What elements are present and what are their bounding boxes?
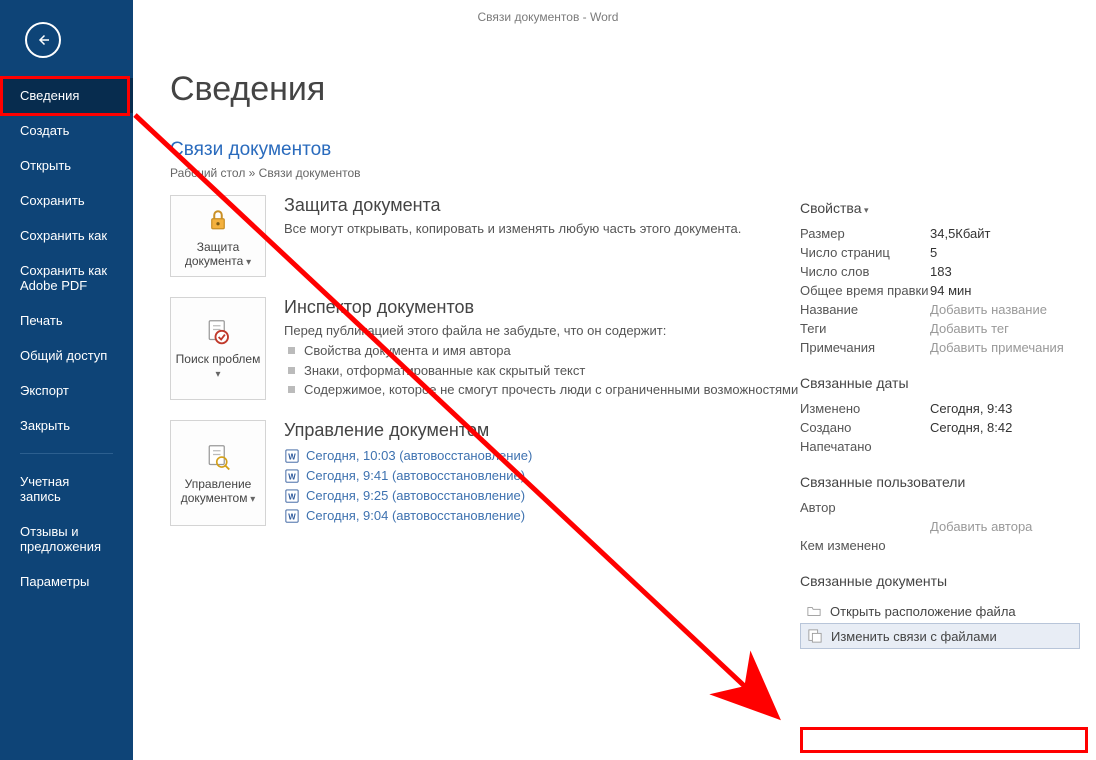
related-dates-header: Связанные даты	[800, 375, 1080, 391]
prop-value: 34,5Кбайт	[930, 226, 990, 241]
prop-label: Изменено	[800, 401, 930, 416]
nav-export[interactable]: Экспорт	[0, 373, 133, 408]
properties-pane: Свойства Размер34,5Кбайт Число страниц5 …	[800, 200, 1080, 649]
back-button[interactable]	[25, 22, 61, 58]
prop-value: 183	[930, 264, 952, 279]
nav-account[interactable]: Учетная запись	[0, 464, 133, 514]
document-check-icon	[203, 316, 233, 348]
inspect-heading: Инспектор документов	[284, 297, 798, 318]
prop-label: Теги	[800, 321, 930, 336]
nav-close[interactable]: Закрыть	[0, 408, 133, 443]
version-item[interactable]: W Сегодня, 9:41 (автовосстановление)	[284, 466, 532, 486]
nav-saveas[interactable]: Сохранить как	[0, 218, 133, 253]
prop-label: Размер	[800, 226, 930, 241]
manage-document-button[interactable]: Управление документом ▾	[170, 420, 266, 526]
svg-text:W: W	[288, 492, 296, 501]
nav-share[interactable]: Общий доступ	[0, 338, 133, 373]
version-item[interactable]: W Сегодня, 9:25 (автовосстановление)	[284, 486, 532, 506]
inspect-bullet: Свойства документа и имя автора	[284, 341, 798, 361]
lock-icon	[203, 204, 233, 236]
prop-label: Кем изменено	[800, 538, 930, 553]
nav-feedback[interactable]: Отзывы и предложения	[0, 514, 133, 564]
add-author[interactable]: Добавить автора	[930, 519, 1032, 534]
svg-text:W: W	[288, 512, 296, 521]
backstage-sidebar: Сведения Создать Открыть Сохранить Сохра…	[0, 0, 133, 760]
protect-text: Все могут открывать, копировать и изменя…	[284, 221, 741, 236]
inspect-bullet: Знаки, отформатированные как скрытый тек…	[284, 361, 798, 381]
links-icon	[807, 628, 823, 644]
nav-new[interactable]: Создать	[0, 113, 133, 148]
prop-value: Сегодня, 9:43	[930, 401, 1012, 416]
word-file-icon: W	[284, 448, 300, 464]
nav-open[interactable]: Открыть	[0, 148, 133, 183]
prop-value[interactable]: Добавить тег	[930, 321, 1009, 336]
prop-label: Напечатано	[800, 439, 930, 454]
prop-label: Название	[800, 302, 930, 317]
protect-document-button[interactable]: Защита документа ▾	[170, 195, 266, 277]
inspect-button-label: Поиск проблем ▾	[175, 352, 261, 380]
prop-value: Сегодня, 8:42	[930, 420, 1012, 435]
protect-button-label: Защита документа ▾	[175, 240, 261, 268]
annotation-highlight-editlinks	[800, 727, 1088, 753]
version-item[interactable]: W Сегодня, 9:04 (автовосстановление)	[284, 506, 532, 526]
word-file-icon: W	[284, 488, 300, 504]
prop-label: Создано	[800, 420, 930, 435]
nav-saveas-pdf[interactable]: Сохранить как Adobe PDF	[0, 253, 133, 303]
nav-save[interactable]: Сохранить	[0, 183, 133, 218]
inspect-bullets: Свойства документа и имя автора Знаки, о…	[284, 341, 798, 400]
manage-heading: Управление документом	[284, 420, 532, 441]
prop-label: Общее время правки	[800, 283, 930, 298]
check-issues-button[interactable]: Поиск проблем ▾	[170, 297, 266, 400]
nav-print[interactable]: Печать	[0, 303, 133, 338]
folder-icon	[806, 603, 822, 619]
open-file-location[interactable]: Открыть расположение файла	[800, 599, 1080, 623]
prop-label: Число слов	[800, 264, 930, 279]
breadcrumb: Рабочий стол » Связи документов	[170, 166, 1070, 180]
nav-info[interactable]: Сведения	[0, 78, 133, 113]
edit-links-to-files[interactable]: Изменить связи с файлами	[800, 623, 1080, 649]
version-item[interactable]: W Сегодня, 10:03 (автовосстановление)	[284, 446, 532, 466]
svg-text:W: W	[288, 452, 296, 461]
inspect-lead: Перед публикацией этого файла не забудьт…	[284, 323, 798, 338]
document-manage-icon	[203, 441, 233, 473]
page-title: Сведения	[170, 70, 1070, 109]
svg-text:W: W	[288, 472, 296, 481]
related-documents-header: Связанные документы	[800, 573, 1080, 589]
manage-button-label: Управление документом ▾	[175, 477, 261, 505]
prop-value[interactable]: Добавить название	[930, 302, 1047, 317]
properties-header[interactable]: Свойства	[800, 200, 1080, 216]
prop-label: Число страниц	[800, 245, 930, 260]
document-name: Связи документов	[170, 139, 1070, 161]
inspect-bullet: Содержимое, которое не смогут прочесть л…	[284, 380, 798, 400]
prop-label	[800, 519, 930, 534]
prop-label: Автор	[800, 500, 930, 515]
nav-options[interactable]: Параметры	[0, 564, 133, 599]
prop-value: 5	[930, 245, 937, 260]
prop-value[interactable]: Добавить примечания	[930, 340, 1064, 355]
prop-value: 94 мин	[930, 283, 971, 298]
prop-label: Примечания	[800, 340, 930, 355]
word-file-icon: W	[284, 468, 300, 484]
word-file-icon: W	[284, 508, 300, 524]
window-title: Связи документов - Word	[0, 10, 1096, 24]
protect-heading: Защита документа	[284, 195, 741, 216]
related-people-header: Связанные пользователи	[800, 474, 1080, 490]
